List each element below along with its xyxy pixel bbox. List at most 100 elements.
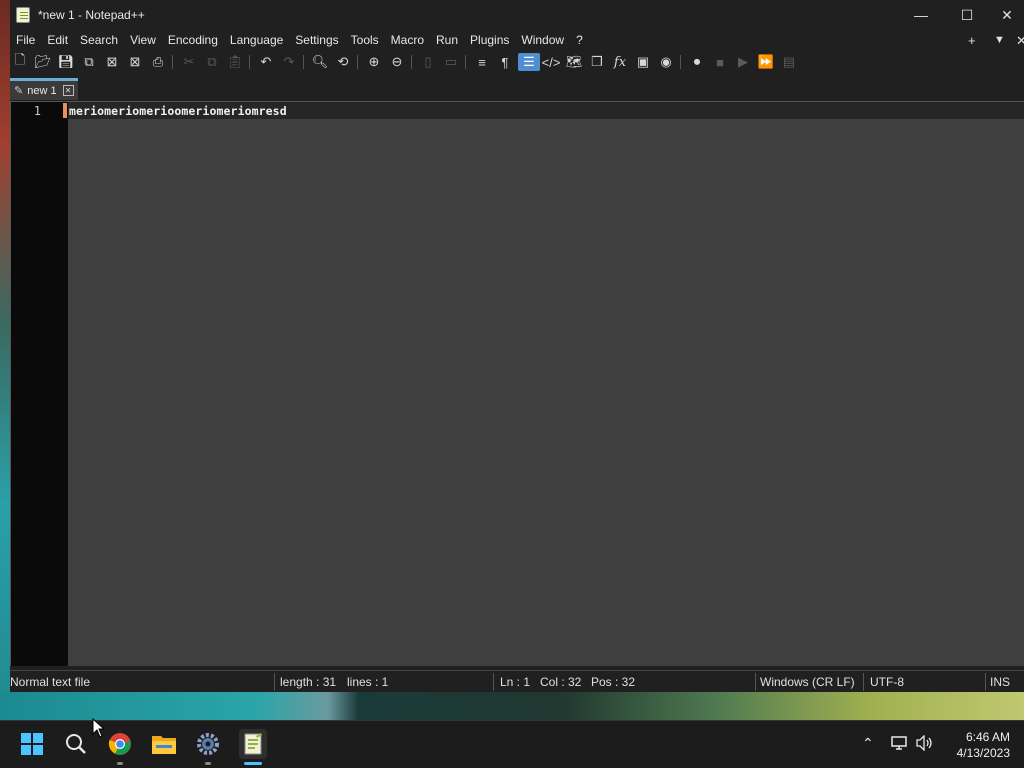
run-macro-multiple-icon[interactable]: ⏩ [757, 53, 775, 71]
stop-macro-icon[interactable]: ■ [711, 53, 729, 71]
chrome-icon [108, 733, 131, 755]
maximize-button[interactable]: ☐ [944, 0, 990, 30]
indent-guide-icon[interactable]: ☰ [518, 53, 540, 71]
close-all-icon[interactable]: ⊠ [126, 53, 144, 71]
notepadpp-active-indicator [244, 762, 262, 765]
taskbar: ⌃ 6:46 AM 4/13/2023 [0, 720, 1024, 768]
save-all-icon[interactable]: ⧉ [80, 53, 98, 71]
zoom-out-icon[interactable]: ⊖ [388, 53, 406, 71]
find-icon[interactable]: 🔍︎ [311, 53, 329, 71]
gear-icon [197, 733, 219, 755]
toolbar-separator [303, 55, 304, 69]
paste-icon[interactable]: 📋︎ [226, 53, 244, 71]
search-icon [66, 734, 86, 754]
menu-search[interactable]: Search [74, 30, 124, 51]
line-number-gutter[interactable]: 1 [10, 102, 68, 666]
minimize-button[interactable]: — [898, 0, 944, 30]
monitoring-icon[interactable]: ◉ [657, 53, 675, 71]
chrome-taskbar-button[interactable] [107, 731, 133, 757]
toolbar-separator [172, 55, 173, 69]
menu-help[interactable]: ? [570, 30, 589, 51]
close-doc-button[interactable]: ✕ [1016, 30, 1024, 51]
tab-close-button[interactable]: ✕ [62, 85, 74, 96]
mouse-cursor-icon [92, 718, 104, 738]
document-list-icon[interactable]: ❐ [588, 53, 606, 71]
menu-tools[interactable]: Tools [345, 30, 385, 51]
start-button[interactable] [19, 731, 45, 757]
status-pos: Pos : 32 [591, 675, 636, 689]
new-tab-plus-button[interactable]: + [968, 30, 976, 51]
open-file-icon[interactable]: 📂︎ [34, 53, 52, 71]
status-insert-mode[interactable]: INS [990, 675, 1010, 689]
status-length: length : 31 [280, 675, 337, 689]
file-explorer-taskbar-button[interactable] [151, 731, 177, 757]
notepadpp-app-icon[interactable] [16, 7, 30, 23]
desktop-wallpaper-bottom [0, 692, 1024, 720]
clock-date: 4/13/2023 [956, 746, 1010, 760]
folder-as-workspace-icon[interactable]: ▣ [634, 53, 652, 71]
show-all-chars-icon[interactable]: ¶ [496, 53, 514, 71]
title-bar[interactable]: *new 1 - Notepad++ — ☐ ✕ [10, 0, 1024, 30]
menu-run[interactable]: Run [430, 30, 464, 51]
menu-macro[interactable]: Macro [385, 30, 430, 51]
status-encoding[interactable]: UTF-8 [870, 675, 904, 689]
pencil-icon: ✎ [14, 85, 24, 97]
zoom-in-icon[interactable]: ⊕ [365, 53, 383, 71]
volume-icon[interactable] [916, 734, 934, 754]
menu-settings[interactable]: Settings [289, 30, 344, 51]
system-clock[interactable]: 6:46 AM 4/13/2023 [957, 729, 1010, 761]
settings-taskbar-button[interactable] [195, 731, 221, 757]
function-list-icon[interactable]: fx [611, 53, 629, 71]
word-wrap-icon[interactable]: ≡ [473, 53, 491, 71]
menu-plugins[interactable]: Plugins [464, 30, 515, 51]
speaker-icon [916, 734, 932, 752]
status-separator [274, 673, 275, 691]
undo-icon[interactable]: ↶ [257, 53, 275, 71]
menu-language[interactable]: Language [224, 30, 289, 51]
status-eol[interactable]: Windows (CR LF) [760, 675, 855, 689]
new-file-icon[interactable]: 🗋 [11, 52, 29, 71]
replace-icon[interactable]: ⟲ [334, 53, 352, 71]
toolbar-separator [357, 55, 358, 69]
print-icon[interactable]: ⎙ [149, 53, 167, 71]
notepadpp-taskbar-button[interactable] [239, 729, 267, 759]
play-macro-icon[interactable]: ▶ [734, 53, 752, 71]
notepadpp-window: *new 1 - Notepad++ — ☐ ✕ File Edit Searc… [10, 0, 1024, 692]
save-macro-icon[interactable]: ▤ [780, 53, 798, 71]
menu-view[interactable]: View [124, 30, 162, 51]
status-file-type: Normal text file [10, 675, 91, 689]
menu-encoding[interactable]: Encoding [162, 30, 224, 51]
search-button[interactable] [63, 731, 89, 757]
tab-list-dropdown-button[interactable]: ▼ [994, 30, 1005, 51]
save-icon[interactable]: 💾︎ [57, 53, 75, 71]
folder-icon [152, 736, 176, 754]
show-hidden-icons-chevron-up-icon[interactable]: ⌃ [862, 735, 874, 752]
document-map-icon[interactable]: 🗺︎ [565, 53, 583, 71]
xml-tag-icon[interactable]: </> [542, 53, 561, 71]
cut-icon[interactable]: ✂ [180, 53, 198, 71]
tab-bar: ✎ new 1 ✕ [10, 77, 1024, 101]
windows-logo-icon [21, 733, 43, 755]
redo-icon[interactable]: ↷ [280, 53, 298, 71]
change-history-marker [63, 103, 67, 118]
notepadpp-icon [244, 733, 262, 755]
sync-vertical-icon[interactable]: ▯ [419, 53, 437, 71]
copy-icon[interactable]: ⧉ [203, 53, 221, 71]
menu-bar: File Edit Search View Encoding Language … [10, 30, 1024, 51]
close-icon[interactable]: ⊠ [103, 53, 121, 71]
tab-new-1[interactable]: ✎ new 1 ✕ [10, 78, 78, 100]
clock-time: 6:46 AM [965, 730, 1010, 744]
sync-horizontal-icon[interactable]: ▭ [442, 53, 460, 71]
menu-edit[interactable]: Edit [41, 30, 74, 51]
menu-file[interactable]: File [10, 30, 41, 51]
record-macro-icon[interactable]: ⏺ [688, 53, 706, 71]
close-window-button[interactable]: ✕ [990, 0, 1024, 30]
editor-line-text[interactable]: meriomeriomerioomeriomeriomresd [68, 103, 287, 119]
menu-window[interactable]: Window [515, 30, 570, 51]
line-number: 1 [33, 104, 41, 118]
toolbar-separator [249, 55, 250, 69]
network-icon[interactable] [891, 735, 909, 754]
toolbar-separator [680, 55, 681, 69]
editor-area[interactable]: 1 meriomeriomerioomeriomeriomresd [10, 101, 1024, 666]
settings-running-indicator [205, 762, 211, 765]
